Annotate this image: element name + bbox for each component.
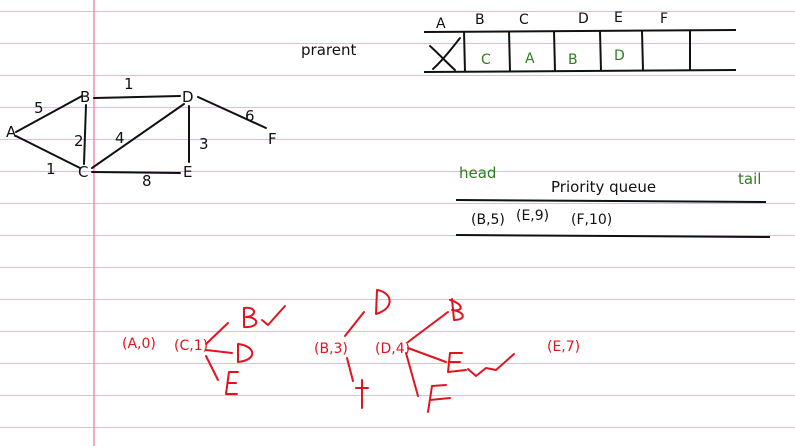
scribble-letter-d: [237, 343, 254, 363]
edge-weight-d-e: 3: [199, 135, 209, 153]
table-divider: [553, 30, 556, 72]
edge-b-d: [93, 95, 181, 99]
node-label-f: F: [268, 130, 277, 148]
edge-weight-d-f: 6: [245, 107, 255, 125]
scribble-letter-d: [375, 289, 391, 315]
ink-strokes: [15, 29, 771, 413]
edge-weight-a-b: 5: [34, 99, 44, 117]
scratch-step: (B,3): [314, 341, 348, 357]
scribble-branch: [405, 352, 419, 397]
table-divider: [508, 30, 511, 72]
edge-weight-b-d: 1: [124, 75, 134, 93]
cross-out-mark: [429, 37, 461, 71]
queue-top-line: [455, 199, 767, 203]
scribble-letter-f: [355, 379, 369, 409]
queue-item: (B,5): [471, 212, 505, 228]
edge-weight-a-c: 1: [46, 160, 56, 178]
scribble-check: [261, 305, 286, 326]
scribble-letter-e: [225, 371, 239, 395]
node-label-d: D: [182, 88, 194, 106]
table-bottom-line: [423, 69, 737, 73]
table-cell-e: D: [614, 48, 625, 64]
table-divider: [641, 30, 644, 71]
scribble-check: [467, 353, 515, 377]
table-cell-c: A: [525, 51, 535, 67]
queue-item: (F,10): [571, 212, 613, 228]
scribble-branch: [346, 357, 354, 382]
queue-item: (E,9): [516, 208, 550, 224]
table-header-c: C: [519, 12, 529, 28]
scribble-letter-e: [447, 352, 467, 373]
table-header-d: D: [578, 11, 589, 27]
edge-d-f: [197, 96, 267, 129]
scratch-step: (C,1): [174, 338, 209, 354]
table-header-f: F: [660, 11, 669, 27]
scribble-branch: [407, 311, 449, 343]
node-label-a: A: [6, 123, 17, 141]
scribble-branch: [407, 347, 447, 363]
scribble-letter-b: [243, 306, 258, 329]
edge-weight-b-c: 2: [74, 132, 84, 150]
scribble-letter-f: [427, 384, 451, 413]
scribble-letter-b: [449, 298, 464, 321]
node-label-e: E: [183, 163, 193, 181]
scribble-branch: [205, 349, 233, 354]
table-divider: [463, 30, 466, 73]
scribble-branch: [205, 355, 219, 381]
scribble-branch: [205, 322, 229, 345]
table-cell-d: B: [568, 52, 578, 68]
queue-title: Priority queue: [551, 178, 657, 196]
node-label-b: B: [80, 88, 91, 106]
edge-weight-c-d: 4: [115, 129, 125, 147]
table-header-b: B: [475, 12, 485, 28]
table-cell-b: C: [481, 52, 491, 68]
edge-c-d: [91, 103, 185, 169]
scratch-step: (D,4): [375, 341, 411, 357]
table-divider: [599, 30, 602, 72]
edge-a-b: [15, 95, 83, 133]
node-label-c: C: [78, 163, 89, 181]
queue-tail-label: tail: [738, 170, 762, 188]
table-header-e: E: [614, 10, 623, 26]
parent-table-title: prarent: [301, 41, 357, 59]
parent-table-grid: [423, 29, 737, 73]
edge-b-c: [83, 104, 87, 165]
table-header-a: A: [436, 16, 446, 32]
edge-c-e: [91, 171, 181, 174]
scribble-branch: [344, 311, 365, 337]
queue-bottom-line: [455, 234, 771, 238]
scratch-step: (A,0): [122, 336, 156, 352]
scratch-scribbles: [205, 289, 515, 413]
queue-head-label: head: [459, 164, 497, 182]
edge-weight-c-e: 8: [142, 172, 152, 190]
scratch-step: (E,7): [547, 339, 581, 355]
